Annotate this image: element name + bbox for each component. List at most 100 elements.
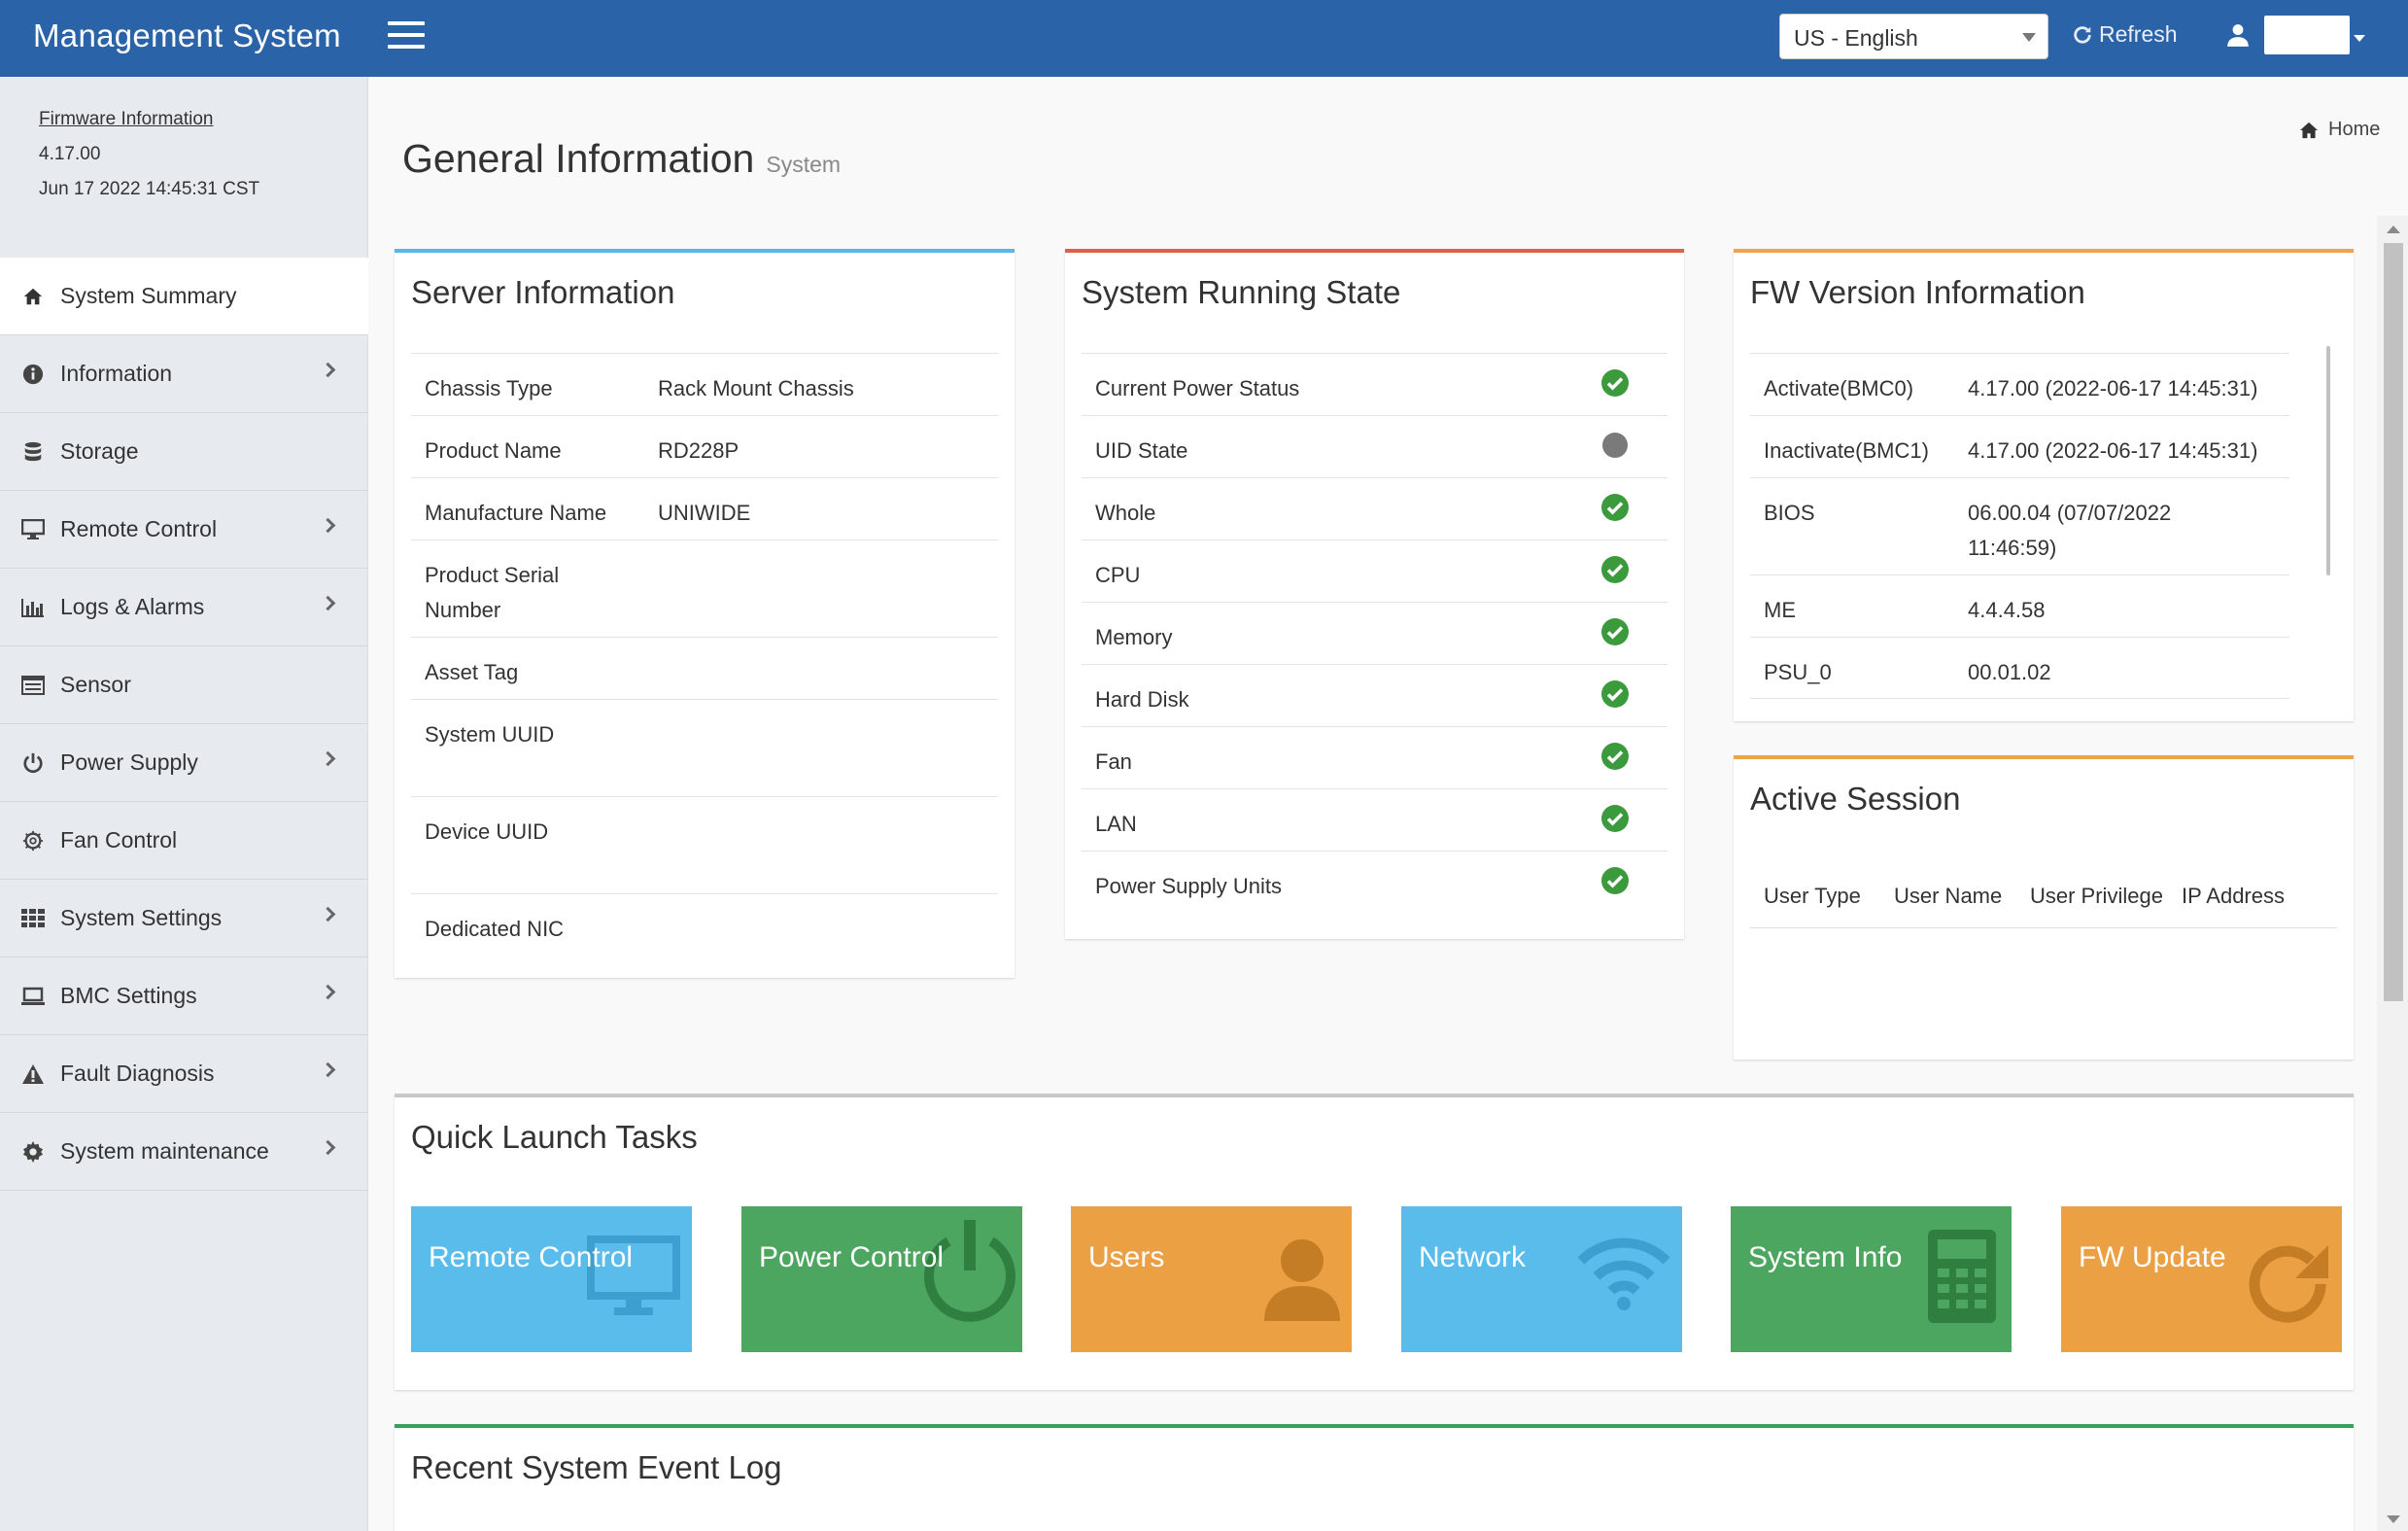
scroll-up-icon[interactable] xyxy=(2387,226,2400,233)
firmware-version: 4.17.00 xyxy=(39,144,101,164)
table-row: Product Serial Number xyxy=(411,539,998,637)
server-information-panel: Server Information Chassis Type Rack Mou… xyxy=(395,249,1015,978)
sidebar-item-label: System maintenance xyxy=(60,1138,269,1164)
row-key: Product Name xyxy=(425,438,562,463)
sidebar-item-logs-alarms[interactable]: Logs & Alarms xyxy=(0,569,368,646)
fw-version-table: Activate(BMC0) 4.17.00 (2022-06-17 14:45… xyxy=(1750,353,2289,699)
row-key: PSU_0 xyxy=(1764,660,1832,684)
refresh-icon xyxy=(2249,1245,2328,1323)
check-circle-icon xyxy=(1601,369,1629,397)
row-key: Dedicated NIC xyxy=(425,917,565,941)
column-header[interactable]: User Privilege xyxy=(2030,884,2163,909)
info-icon xyxy=(21,363,45,386)
home-icon xyxy=(21,285,45,308)
sidebar-item-label: Fan Control xyxy=(60,827,178,852)
row-value: Rack Mount Chassis xyxy=(658,376,854,400)
table-row: ME 4.4.4.58 xyxy=(1750,574,2289,637)
page-scrollbar[interactable] xyxy=(2377,216,2408,1531)
quick-launch-network[interactable]: Network xyxy=(1401,1206,1682,1352)
sidebar-nav: System Summary Information Storage Remot… xyxy=(0,258,368,1191)
quick-launch-users[interactable]: Users xyxy=(1071,1206,1352,1352)
table-row: Manufacture Name UNIWIDE xyxy=(411,477,998,539)
user-menu-chevron-icon[interactable] xyxy=(2354,35,2365,42)
chevron-right-icon xyxy=(320,1139,336,1156)
check-circle-icon xyxy=(1601,867,1629,894)
panel-scrollbar[interactable] xyxy=(2326,346,2330,575)
table-row: CPU xyxy=(1082,539,1668,602)
breadcrumb[interactable]: Home xyxy=(2299,119,2380,141)
top-navbar: Management System US - English Refresh xyxy=(0,0,2408,77)
chevron-down-icon xyxy=(2022,33,2036,42)
sidebar-item-label: Power Supply xyxy=(60,749,198,775)
firmware-info: Firmware Information 4.17.00 Jun 17 2022… xyxy=(39,102,259,207)
table-row: Chassis Type Rack Mount Chassis xyxy=(411,353,998,415)
column-header[interactable]: User Type xyxy=(1764,884,1861,909)
system-running-state-panel: System Running State Current Power Statu… xyxy=(1065,249,1684,939)
sidebar-item-sensor[interactable]: Sensor xyxy=(0,646,368,724)
sidebar-item-power-supply[interactable]: Power Supply xyxy=(0,724,368,802)
firmware-info-link[interactable]: Firmware Information xyxy=(39,102,259,137)
row-key: Fan xyxy=(1095,749,1132,774)
tile-label: Network xyxy=(1419,1241,1527,1273)
scrollbar-thumb[interactable] xyxy=(2384,243,2403,1001)
home-icon xyxy=(2300,122,2318,138)
sidebar-item-label: BMC Settings xyxy=(60,983,197,1008)
table-row: UID State xyxy=(1082,415,1668,477)
row-key: Chassis Type xyxy=(425,376,553,400)
quick-launch-power-control[interactable]: Power Control xyxy=(741,1206,1022,1352)
gear-icon xyxy=(21,1140,45,1164)
check-circle-icon xyxy=(1601,556,1629,583)
quick-launch-system-info[interactable]: System Info xyxy=(1731,1206,2012,1352)
menu-toggle-icon[interactable] xyxy=(388,21,425,54)
chevron-right-icon xyxy=(320,517,336,534)
refresh-label: Refresh xyxy=(2099,21,2178,47)
tile-label: Remote Control xyxy=(429,1241,634,1273)
user-menu-button[interactable] xyxy=(2264,16,2350,54)
monitor-icon xyxy=(21,518,45,541)
laptop-icon xyxy=(21,985,45,1008)
sidebar-item-fan-control[interactable]: Fan Control xyxy=(0,802,368,880)
language-select[interactable]: US - English xyxy=(1779,14,2048,59)
quick-launch-remote-control[interactable]: Remote Control xyxy=(411,1206,692,1352)
row-key: Current Power Status xyxy=(1095,376,1300,400)
sidebar-item-information[interactable]: Information xyxy=(0,335,368,413)
sidebar-item-system-settings[interactable]: System Settings xyxy=(0,880,368,957)
row-key: Activate(BMC0) xyxy=(1764,376,1914,400)
sidebar-item-label: Sensor xyxy=(60,672,131,697)
app-title[interactable]: Management System xyxy=(33,17,341,54)
table-row: PSU_0 00.01.02 xyxy=(1750,637,2289,699)
tile-label: Users xyxy=(1088,1241,1165,1273)
sidebar-item-system-summary[interactable]: System Summary xyxy=(0,258,368,335)
row-key: ME xyxy=(1764,598,1796,622)
sidebar-item-storage[interactable]: Storage xyxy=(0,413,368,491)
breadcrumb-home[interactable]: Home xyxy=(2328,119,2380,141)
chevron-right-icon xyxy=(320,1061,336,1078)
sidebar-item-system-maintenance[interactable]: System maintenance xyxy=(0,1113,368,1191)
chevron-right-icon xyxy=(320,906,336,922)
chevron-right-icon xyxy=(320,750,336,767)
active-session-panel: Active Session User Type User Name User … xyxy=(1734,755,2354,1060)
scroll-down-icon[interactable] xyxy=(2387,1515,2400,1523)
quick-launch-fw-update[interactable]: FW Update xyxy=(2061,1206,2342,1352)
row-key: Product Serial Number xyxy=(425,563,560,622)
column-header[interactable]: User Name xyxy=(1894,884,2002,909)
refresh-button[interactable]: Refresh xyxy=(2072,21,2178,48)
chevron-right-icon xyxy=(320,595,336,611)
column-header[interactable]: IP Address xyxy=(2182,884,2285,909)
row-key: Device UUID xyxy=(425,819,549,844)
sidebar-item-fault-diagnosis[interactable]: Fault Diagnosis xyxy=(0,1035,368,1113)
row-key: LAN xyxy=(1095,812,1137,836)
table-row: BIOS 06.00.04 (07/07/2022 11:46:59) xyxy=(1750,477,2289,574)
panel-title: System Running State xyxy=(1082,274,1401,310)
table-row: Power Supply Units xyxy=(1082,851,1668,913)
row-value: 4.17.00 (2022-06-17 14:45:31) xyxy=(1968,376,2258,400)
sidebar-item-bmc-settings[interactable]: BMC Settings xyxy=(0,957,368,1035)
check-circle-icon xyxy=(1601,680,1629,708)
wifi-icon xyxy=(1577,1237,1670,1310)
table-row: Dedicated NIC xyxy=(411,893,998,956)
sidebar-item-remote-control[interactable]: Remote Control xyxy=(0,491,368,569)
table-row: LAN xyxy=(1082,788,1668,851)
server-info-table: Chassis Type Rack Mount Chassis Product … xyxy=(411,353,998,956)
row-value: UNIWIDE xyxy=(658,501,751,525)
row-value: RD228P xyxy=(658,438,740,463)
